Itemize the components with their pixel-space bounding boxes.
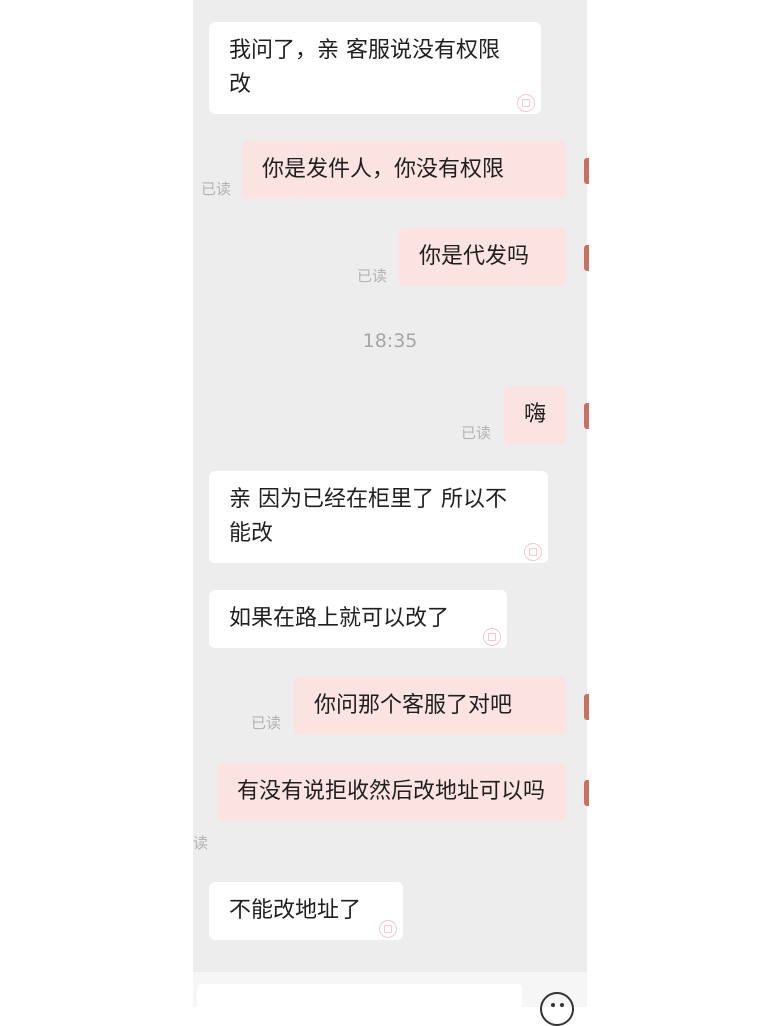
message-bubble-incoming[interactable]: 如果在路上就可以改了 <box>209 590 507 648</box>
message-text: 亲 因为已经在柜里了 所以不能改 <box>229 487 507 546</box>
message-bubble-outgoing[interactable]: 你问那个客服了对吧 <box>294 677 566 735</box>
read-receipt: 已读 <box>201 180 232 198</box>
avatar[interactable] <box>584 403 589 429</box>
message-text: 嗨 <box>524 402 547 427</box>
avatar[interactable] <box>584 694 589 720</box>
message-text: 你是代发吗 <box>419 244 530 269</box>
message-text: 如果在路上就可以改了 <box>229 606 450 631</box>
avatar[interactable] <box>584 158 589 184</box>
read-receipt: 已读 <box>251 714 282 732</box>
avatar[interactable] <box>584 245 589 271</box>
message-text: 你问那个客服了对吧 <box>314 693 513 718</box>
smiley-face-icon[interactable] <box>540 992 574 1026</box>
message-text: 有没有说拒收然后改地址可以吗 <box>237 779 546 804</box>
message-bubble-outgoing[interactable]: 有没有说拒收然后改地址可以吗 <box>217 763 566 821</box>
heart-seal-icon <box>379 920 397 938</box>
chat-area[interactable]: 我问了，亲 客服说没有权限改 已读 你是发件人，你没有权限 已读 你是代发吗 1… <box>193 0 587 972</box>
message-text: 你是发件人，你没有权限 <box>262 157 505 182</box>
avatar[interactable] <box>584 780 589 806</box>
read-receipt: 已读 <box>357 267 388 285</box>
message-bubble-outgoing[interactable]: 嗨 <box>504 386 566 444</box>
read-receipt: 读 <box>193 834 209 852</box>
message-text: 不能改地址了 <box>229 898 362 923</box>
message-input[interactable] <box>197 984 522 1007</box>
heart-seal-icon <box>517 94 535 112</box>
message-bubble-incoming[interactable]: 亲 因为已经在柜里了 所以不能改 <box>209 471 548 563</box>
timestamp: 18:35 <box>362 330 418 352</box>
read-receipt: 已读 <box>461 424 492 442</box>
message-bubble-outgoing[interactable]: 你是发件人，你没有权限 <box>242 141 566 199</box>
message-bubble-incoming[interactable]: 我问了，亲 客服说没有权限改 <box>209 22 541 114</box>
message-bubble-incoming[interactable]: 不能改地址了 <box>209 882 403 940</box>
heart-seal-icon <box>483 628 501 646</box>
heart-seal-icon <box>524 543 542 561</box>
message-bubble-outgoing[interactable]: 你是代发吗 <box>399 228 566 286</box>
message-text: 我问了，亲 客服说没有权限改 <box>229 38 500 97</box>
